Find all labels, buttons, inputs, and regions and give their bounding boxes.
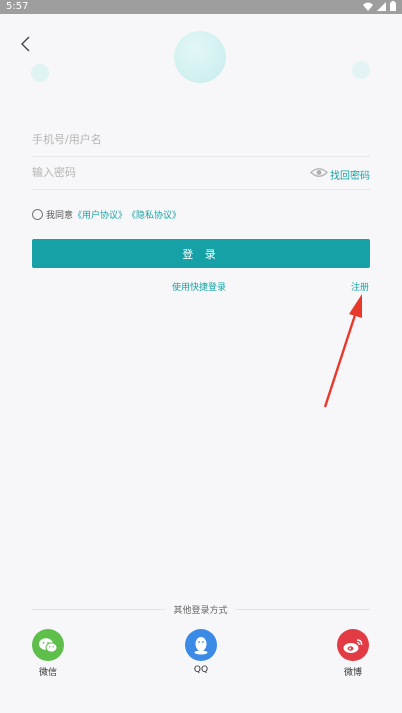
find-password-link[interactable]: 找回密码 xyxy=(330,167,370,182)
wechat-label: 微信 xyxy=(38,668,57,678)
divider-right xyxy=(236,609,370,610)
wechat-login-button[interactable]: 微信 xyxy=(28,629,68,678)
weibo-label: 微博 xyxy=(343,668,362,678)
status-time: 5:57 xyxy=(6,1,29,12)
user-agreement-link[interactable]: 《用户协议》 xyxy=(73,208,127,221)
status-bar: 5:57 xyxy=(0,0,402,14)
status-icons xyxy=(363,1,396,11)
divider-left xyxy=(32,609,165,610)
qq-login-button[interactable]: QQ xyxy=(181,629,221,675)
back-chevron-icon[interactable] xyxy=(16,34,36,54)
wifi-icon xyxy=(363,2,373,11)
annotation-arrow xyxy=(323,294,362,408)
signal-icon xyxy=(377,1,386,11)
agreement-row: 我同意 《用户协议》 《隐私协议》 xyxy=(32,208,181,221)
quick-login-link[interactable]: 使用快捷登录 xyxy=(172,280,226,293)
agreement-prefix: 我同意 xyxy=(46,211,74,221)
qq-icon xyxy=(185,629,217,661)
login-button[interactable]: 登 录 xyxy=(32,239,370,268)
privacy-agreement-link[interactable]: 《隐私协议》 xyxy=(127,208,181,221)
weibo-icon xyxy=(337,629,369,661)
decorative-bubble-large xyxy=(174,31,226,83)
password-field: 找回密码 xyxy=(32,156,370,190)
decorative-bubble-left xyxy=(31,64,49,82)
username-input[interactable] xyxy=(32,133,272,146)
password-input[interactable] xyxy=(32,166,272,179)
qq-label: QQ xyxy=(193,665,209,675)
agreement-radio[interactable] xyxy=(32,209,43,220)
weibo-login-button[interactable]: 微博 xyxy=(333,629,373,678)
other-login-label: 其他登录方式 xyxy=(173,606,228,616)
decorative-bubble-right xyxy=(352,61,370,79)
username-field xyxy=(32,123,370,157)
eye-icon[interactable] xyxy=(310,167,328,178)
battery-icon xyxy=(390,1,396,11)
wechat-icon xyxy=(32,629,64,661)
